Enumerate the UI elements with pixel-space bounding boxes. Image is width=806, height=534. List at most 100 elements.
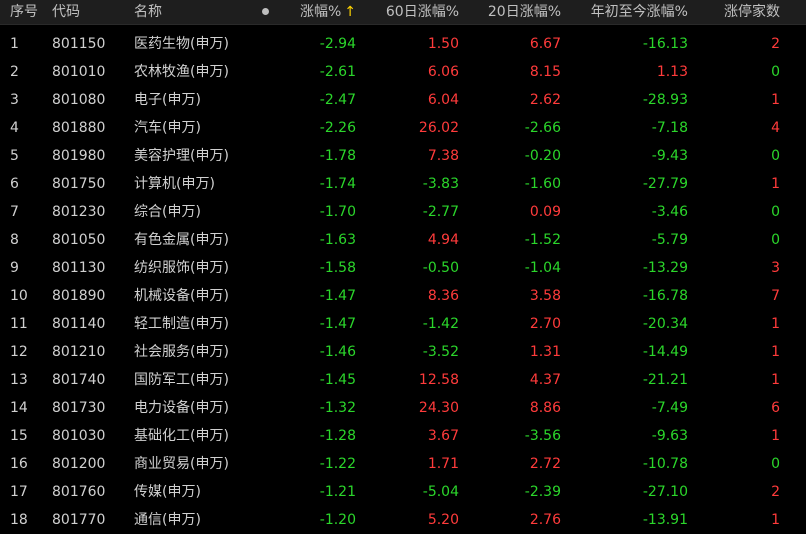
row-code: 801760 xyxy=(52,484,106,500)
row-change: -1.45 xyxy=(319,372,356,388)
row-change: -1.58 xyxy=(319,260,356,276)
row-code: 801130 xyxy=(52,260,106,276)
row-name: 电力设备(申万) xyxy=(134,400,229,416)
row-change: -1.21 xyxy=(319,484,356,500)
row-change60: 7.38 xyxy=(427,148,459,164)
row-ytd: -5.79 xyxy=(651,232,688,248)
row-seq: 9 xyxy=(10,260,19,276)
row-code: 801050 xyxy=(52,232,106,248)
row-change20: -0.20 xyxy=(524,148,561,164)
row-seq: 17 xyxy=(10,484,28,500)
row-change60: -1.42 xyxy=(422,316,459,332)
row-code: 801750 xyxy=(52,176,106,192)
table-row[interactable]: 3 801080 电子(申万) -2.47 6.04 2.62 -28.93 1 xyxy=(0,86,806,114)
row-name: 机械设备(申万) xyxy=(134,288,229,304)
row-limit-up: 4 xyxy=(771,120,780,136)
row-ytd: 1.13 xyxy=(656,64,688,80)
row-ytd: -27.79 xyxy=(642,176,688,192)
row-code: 801740 xyxy=(52,372,106,388)
header-seq[interactable]: 序号 xyxy=(10,0,38,24)
table-row[interactable]: 17 801760 传媒(申万) -1.21 -5.04 -2.39 -27.10 2 xyxy=(0,478,806,506)
header-limit-up[interactable]: 涨停家数 xyxy=(700,0,780,24)
row-name: 综合(申万) xyxy=(134,204,201,220)
row-code: 801230 xyxy=(52,204,106,220)
row-name: 有色金属(申万) xyxy=(134,232,229,248)
row-code: 801140 xyxy=(52,316,106,332)
table-row[interactable]: 18 801770 通信(申万) -1.20 5.20 2.76 -13.91 1 xyxy=(0,506,806,534)
row-code: 801010 xyxy=(52,64,106,80)
table-row[interactable]: 7 801230 综合(申万) -1.70 -2.77 0.09 -3.46 0 xyxy=(0,198,806,226)
table-row[interactable]: 16 801200 商业贸易(申万) -1.22 1.71 2.72 -10.78 0 xyxy=(0,450,806,478)
row-change20: 2.70 xyxy=(529,316,561,332)
row-change: -1.32 xyxy=(319,400,356,416)
row-code: 801980 xyxy=(52,148,106,164)
row-change60: -0.50 xyxy=(422,260,459,276)
row-name: 基础化工(申万) xyxy=(134,428,229,444)
row-name: 汽车(申万) xyxy=(134,120,201,136)
row-code: 801770 xyxy=(52,512,106,528)
table-row[interactable]: 8 801050 有色金属(申万) -1.63 4.94 -1.52 -5.79 0 xyxy=(0,226,806,254)
row-limit-up: 7 xyxy=(771,288,780,304)
row-code: 801200 xyxy=(52,456,106,472)
row-seq: 16 xyxy=(10,456,28,472)
header-change[interactable]: 涨幅% ↑ xyxy=(280,0,356,24)
table-row[interactable]: 2 801010 农林牧渔(申万) -2.61 6.06 8.15 1.13 0 xyxy=(0,58,806,86)
row-change60: 6.04 xyxy=(427,92,459,108)
row-change: -1.47 xyxy=(319,316,356,332)
row-change60: 1.50 xyxy=(427,36,459,52)
table-row[interactable]: 12 801210 社会服务(申万) -1.46 -3.52 1.31 -14.49 1 xyxy=(0,338,806,366)
row-seq: 18 xyxy=(10,512,28,528)
row-change60: 5.20 xyxy=(427,512,459,528)
row-seq: 7 xyxy=(10,204,19,220)
row-seq: 12 xyxy=(10,344,28,360)
header-code[interactable]: 代码 xyxy=(52,0,80,24)
row-seq: 10 xyxy=(10,288,28,304)
row-limit-up: 3 xyxy=(771,260,780,276)
row-limit-up: 0 xyxy=(771,148,780,164)
row-change60: 6.06 xyxy=(427,64,459,80)
row-name: 传媒(申万) xyxy=(134,484,201,500)
row-change20: 2.62 xyxy=(529,92,561,108)
row-limit-up: 0 xyxy=(771,204,780,220)
row-change: -1.78 xyxy=(319,148,356,164)
row-ytd: -27.10 xyxy=(642,484,688,500)
row-limit-up: 1 xyxy=(771,428,780,444)
table-row[interactable]: 15 801030 基础化工(申万) -1.28 3.67 -3.56 -9.63 1 xyxy=(0,422,806,450)
row-change: -1.20 xyxy=(319,512,356,528)
table-row[interactable]: 14 801730 电力设备(申万) -1.32 24.30 8.86 -7.49 6 xyxy=(0,394,806,422)
table-row[interactable]: 13 801740 国防军工(申万) -1.45 12.58 4.37 -21.21 1 xyxy=(0,366,806,394)
row-seq: 13 xyxy=(10,372,28,388)
industry-index-table: 序号 代码 名称 涨幅% ↑ 60日涨幅% 20日涨幅% 年初至今涨幅% 涨停家数… xyxy=(0,0,806,533)
row-change: -1.70 xyxy=(319,204,356,220)
row-change20: -3.56 xyxy=(524,428,561,444)
row-name: 社会服务(申万) xyxy=(134,344,229,360)
row-change60: 3.67 xyxy=(427,428,459,444)
table-row[interactable]: 6 801750 计算机(申万) -1.74 -3.83 -1.60 -27.79 1 xyxy=(0,170,806,198)
header-name[interactable]: 名称 xyxy=(134,0,162,24)
table-row[interactable]: 9 801130 纺织服饰(申万) -1.58 -0.50 -1.04 -13.29 3 xyxy=(0,254,806,282)
table-row[interactable]: 4 801880 汽车(申万) -2.26 26.02 -2.66 -7.18 4 xyxy=(0,114,806,142)
row-change20: 2.72 xyxy=(529,456,561,472)
row-seq: 8 xyxy=(10,232,19,248)
table-row[interactable]: 10 801890 机械设备(申万) -1.47 8.36 3.58 -16.78 7 xyxy=(0,282,806,310)
row-seq: 1 xyxy=(10,36,19,52)
row-ytd: -3.46 xyxy=(651,204,688,220)
header-change60[interactable]: 60日涨幅% xyxy=(370,0,459,24)
row-ytd: -20.34 xyxy=(642,316,688,332)
header-change20[interactable]: 20日涨幅% xyxy=(470,0,561,24)
row-code: 801150 xyxy=(52,36,106,52)
table-row[interactable]: 5 801980 美容护理(申万) -1.78 7.38 -0.20 -9.43 0 xyxy=(0,142,806,170)
header-ytd[interactable]: 年初至今涨幅% xyxy=(570,0,688,24)
row-ytd: -7.18 xyxy=(651,120,688,136)
row-name: 通信(申万) xyxy=(134,512,201,528)
row-name: 电子(申万) xyxy=(134,92,201,108)
row-change20: -1.04 xyxy=(524,260,561,276)
row-change20: -1.52 xyxy=(524,232,561,248)
row-change60: 8.36 xyxy=(427,288,459,304)
row-code: 801210 xyxy=(52,344,106,360)
row-change20: 0.09 xyxy=(529,204,561,220)
row-change60: -5.04 xyxy=(422,484,459,500)
table-row[interactable]: 11 801140 轻工制造(申万) -1.47 -1.42 2.70 -20.34 1 xyxy=(0,310,806,338)
row-seq: 6 xyxy=(10,176,19,192)
table-row[interactable]: 1 801150 医药生物(申万) -2.94 1.50 6.67 -16.13 2 xyxy=(0,30,806,58)
